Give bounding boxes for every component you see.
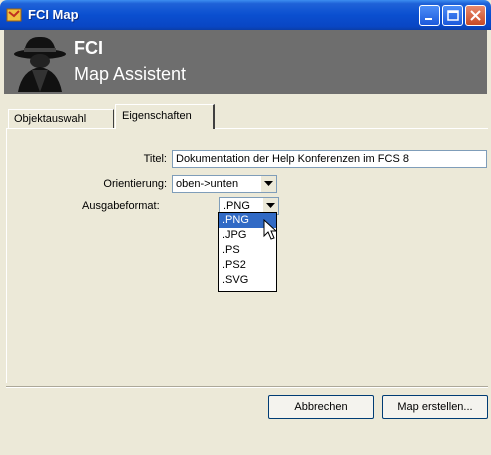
chevron-down-icon [266,203,275,208]
title-input[interactable]: Dokumentation der Help Konferenzen im FC… [172,150,487,168]
tab-eigenschaften[interactable]: Eigenschaften [115,104,215,129]
spy-hat-icon [14,36,66,92]
header-banner: FCI Map Assistent [4,30,487,94]
maximize-icon [447,10,459,21]
banner-title: FCI [74,38,103,58]
create-map-button[interactable]: Map erstellen... [382,395,488,419]
cancel-button[interactable]: Abbrechen [268,395,374,419]
orientation-select[interactable]: oben->unten [172,175,277,193]
title-bar[interactable]: FCI Map [0,0,491,30]
title-label: Titel: [143,153,167,165]
format-label: Ausgabeformat: [82,200,160,212]
format-option-ps[interactable]: .PS [219,243,276,258]
chevron-down-icon [264,181,273,186]
format-value: .PNG [223,200,250,212]
close-button[interactable] [465,5,486,26]
window-title: FCI Map [28,7,79,22]
minimize-button[interactable] [419,5,440,26]
app-window: FCI Map FCI Map Assistent Objektauswahl … [0,0,491,455]
minimize-icon [425,18,432,20]
orientation-label: Orientierung: [103,178,167,190]
orientation-value: oben->unten [176,178,239,190]
footer-divider [6,386,488,388]
mouse-pointer-icon [263,219,277,240]
maximize-button[interactable] [442,5,463,26]
format-option-svg[interactable]: .SVG [219,273,276,288]
close-icon [470,10,481,21]
tab-objektauswahl[interactable]: Objektauswahl [8,109,114,128]
banner-subtitle: Map Assistent [74,64,187,84]
map-app-icon[interactable] [6,7,22,23]
format-option-ps2[interactable]: .PS2 [219,258,276,273]
orientation-dropdown-button[interactable] [260,176,276,192]
